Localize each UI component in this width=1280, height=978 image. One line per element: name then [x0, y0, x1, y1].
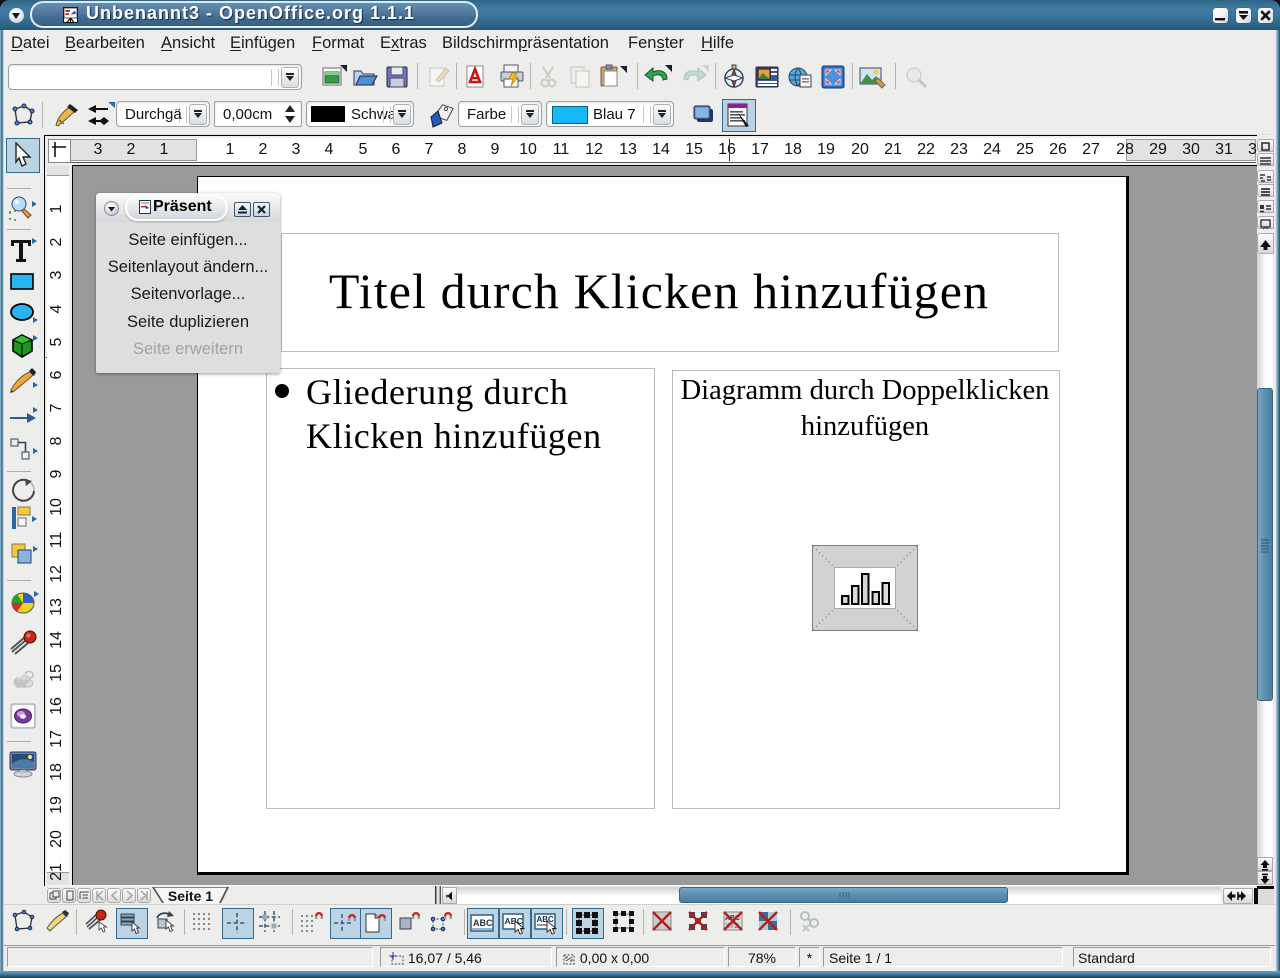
- svg-text:ABC: ABC: [473, 918, 493, 928]
- svg-text:ABC: ABC: [505, 916, 523, 926]
- svg-text:ABC: ABC: [537, 915, 555, 924]
